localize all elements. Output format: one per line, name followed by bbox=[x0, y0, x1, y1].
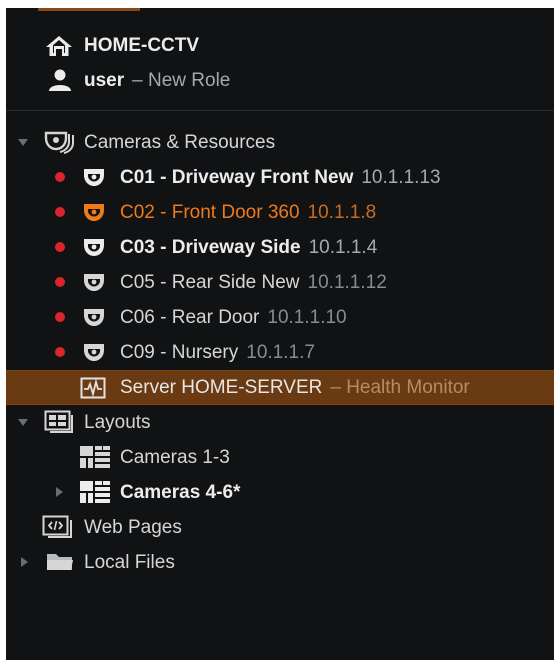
camera-icon bbox=[82, 270, 106, 294]
camera-name: C06 - Rear Door bbox=[120, 306, 260, 328]
server-name: Server HOME-SERVER bbox=[120, 376, 323, 398]
camera-row[interactable]: C06 - Rear Door 10.1.1.10 bbox=[6, 300, 554, 335]
expand-arrow-icon[interactable] bbox=[18, 419, 28, 426]
expand-arrow-icon[interactable] bbox=[56, 487, 63, 497]
folder-icon bbox=[46, 551, 74, 573]
camera-row[interactable]: C02 - Front Door 360 10.1.1.8 bbox=[6, 195, 554, 230]
expand-arrow-icon[interactable] bbox=[21, 557, 28, 567]
camera-name: C03 - Driveway Side bbox=[120, 236, 301, 258]
tree-group-web-pages[interactable]: Web Pages bbox=[6, 510, 554, 545]
camera-row[interactable]: C09 - Nursery 10.1.1.7 bbox=[6, 335, 554, 370]
camera-ip: 10.1.1.7 bbox=[246, 341, 315, 363]
tree-group-label: Local Files bbox=[84, 551, 175, 573]
home-icon bbox=[44, 34, 74, 58]
layout-label: Cameras 4-6* bbox=[120, 481, 241, 503]
layout-grid-icon bbox=[80, 446, 110, 468]
server-row[interactable]: Server HOME-SERVER – Health Monitor bbox=[6, 370, 554, 405]
tree-group-cameras-resources[interactable]: Cameras & Resources bbox=[6, 125, 554, 160]
user-row[interactable]: user – New Role bbox=[6, 63, 554, 98]
layout-item[interactable]: Cameras 4-6* bbox=[6, 475, 554, 510]
camera-ip: 10.1.1.8 bbox=[307, 201, 377, 223]
layout-grid-icon bbox=[80, 481, 110, 503]
health-monitor-icon bbox=[80, 376, 106, 400]
server-suffix: – Health Monitor bbox=[330, 376, 470, 398]
camera-ip: 10.1.1.4 bbox=[308, 236, 378, 258]
system-name: HOME-CCTV bbox=[84, 34, 200, 56]
header-divider bbox=[6, 110, 554, 111]
user-name: user bbox=[84, 69, 125, 91]
status-dot-icon bbox=[55, 242, 65, 252]
status-dot-icon bbox=[55, 207, 65, 217]
user-icon bbox=[48, 68, 72, 92]
tree-group-label: Web Pages bbox=[84, 516, 182, 538]
camera-row[interactable]: C01 - Driveway Front New 10.1.1.13 bbox=[6, 160, 554, 195]
cameras-resources-icon bbox=[44, 130, 78, 154]
top-accent-bar bbox=[38, 8, 140, 11]
expand-arrow-icon[interactable] bbox=[18, 139, 28, 146]
status-dot-icon bbox=[55, 347, 65, 357]
tree-group-local-files[interactable]: Local Files bbox=[6, 545, 554, 580]
tree-group-layouts[interactable]: Layouts bbox=[6, 405, 554, 440]
camera-row[interactable]: C03 - Driveway Side 10.1.1.4 bbox=[6, 230, 554, 265]
layouts-icon bbox=[44, 410, 76, 434]
layout-item[interactable]: Cameras 1-3 bbox=[6, 440, 554, 475]
camera-ip: 10.1.1.12 bbox=[307, 271, 387, 293]
camera-name: C05 - Rear Side New bbox=[120, 271, 300, 293]
camera-ip: 10.1.1.13 bbox=[361, 166, 441, 188]
camera-ip: 10.1.1.10 bbox=[267, 306, 347, 328]
status-dot-icon bbox=[55, 172, 65, 182]
camera-icon bbox=[82, 235, 106, 259]
status-dot-icon bbox=[55, 277, 65, 287]
camera-icon bbox=[82, 165, 106, 189]
camera-icon bbox=[82, 340, 106, 364]
user-role: – New Role bbox=[132, 69, 231, 91]
camera-icon bbox=[82, 200, 106, 224]
camera-name: C01 - Driveway Front New bbox=[120, 166, 354, 188]
camera-name: C09 - Nursery bbox=[120, 341, 239, 363]
web-pages-icon bbox=[42, 515, 76, 539]
tree-group-label: Cameras & Resources bbox=[84, 131, 276, 153]
resource-tree-panel: HOME-CCTV user – New Role Cameras & Resou… bbox=[6, 8, 554, 660]
layout-label: Cameras 1-3 bbox=[120, 446, 230, 468]
tree-group-label: Layouts bbox=[84, 411, 151, 433]
status-dot-icon bbox=[55, 312, 65, 322]
camera-icon bbox=[82, 305, 106, 329]
camera-row[interactable]: C05 - Rear Side New 10.1.1.12 bbox=[6, 265, 554, 300]
camera-name: C02 - Front Door 360 bbox=[120, 201, 300, 223]
system-row[interactable]: HOME-CCTV bbox=[6, 28, 554, 63]
